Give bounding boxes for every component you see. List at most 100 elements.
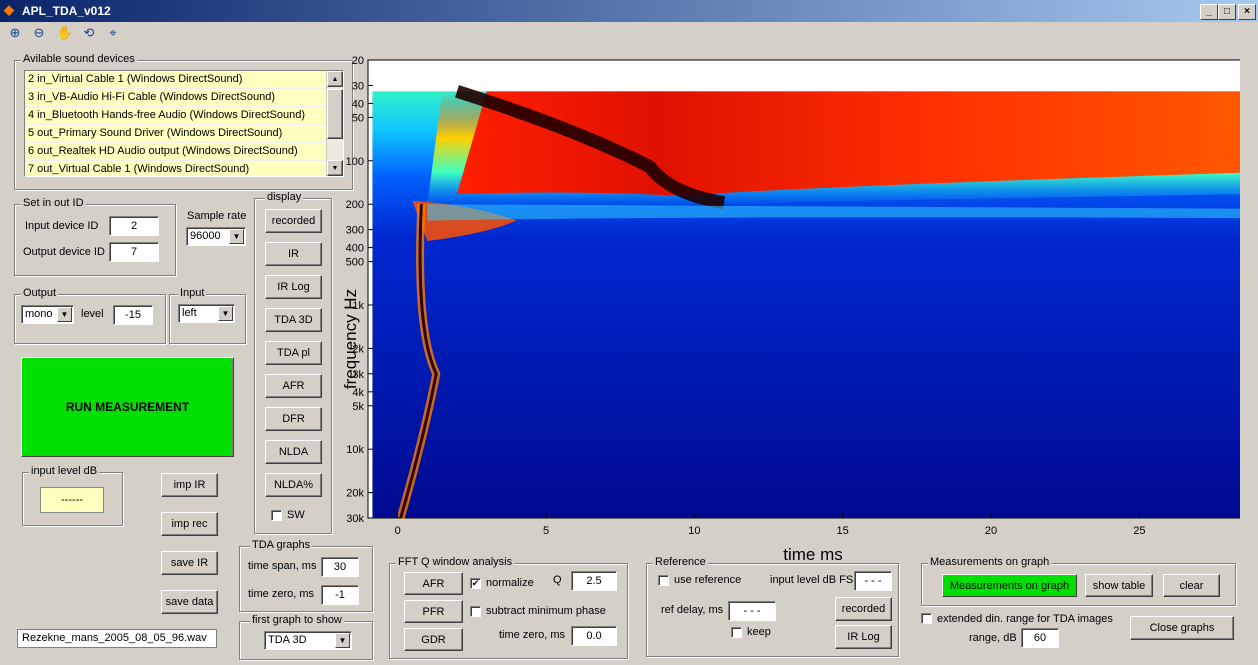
level-field[interactable]: -15 (113, 305, 153, 325)
rotate-icon[interactable]: ⟲ (80, 24, 98, 42)
meas-graph-title: Measurements on graph (928, 556, 1052, 568)
range-db-label: range, dB (969, 632, 1017, 644)
imp-rec-button[interactable]: imp rec (161, 512, 218, 536)
time-zero-field[interactable]: -1 (321, 585, 359, 605)
display-nlda-button[interactable]: NLDA (265, 440, 322, 464)
x-tick-label: 0 (395, 525, 401, 537)
tda-spectrogram[interactable]: 0 5 10 15 20 25203040501002003004005001k2k3k4… (340, 52, 1258, 564)
display-tda-3d-button[interactable]: TDA 3D (265, 308, 322, 332)
input-level-title: input level dB (29, 465, 100, 477)
y-axis-label: frequency Hz (341, 289, 360, 389)
q-field[interactable]: 2.5 (571, 571, 617, 591)
chevron-down-icon[interactable]: ▼ (229, 229, 244, 244)
y-tick-label: 30k (346, 513, 364, 525)
range-db-field[interactable]: 60 (1021, 628, 1059, 648)
measurements-on-graph-button[interactable]: Measurements on graph (942, 574, 1077, 597)
input-channel-value: left (182, 307, 197, 319)
extended-range-label: extended din. range for TDA images (937, 613, 1113, 625)
fftq-time-zero-field[interactable]: 0.0 (571, 626, 617, 646)
fftq-gdr-button[interactable]: GDR (404, 628, 463, 651)
ref-delay-field[interactable]: - - - (728, 601, 776, 621)
input-level-panel: input level dB ------ (22, 465, 123, 526)
chevron-down-icon[interactable]: ▼ (57, 307, 72, 322)
zoom-in-icon[interactable]: ⊕ (6, 24, 24, 42)
sample-rate-value: 96000 (190, 230, 221, 242)
device-list-item[interactable]: 4 in_Bluetooth Hands-free Audio (Windows… (25, 107, 327, 125)
save-ir-button[interactable]: save IR (161, 551, 218, 575)
display-afr-button[interactable]: AFR (265, 374, 322, 398)
subtract-min-phase-checkbox[interactable] (470, 606, 481, 617)
fftq-time-zero-label: time zero, ms (499, 629, 566, 641)
minimize-button[interactable]: _ (1200, 4, 1218, 20)
tda-graphs-title: TDA graphs (250, 539, 313, 551)
display-ir-button[interactable]: IR (265, 242, 322, 266)
display-ir-log-button[interactable]: IR Log (265, 275, 322, 299)
fftq-afr-button[interactable]: AFR (404, 572, 463, 595)
y-tick-label: 20k (346, 488, 364, 500)
ref-input-level-field[interactable]: - - - (854, 571, 892, 591)
normalize-label: normalize (486, 577, 534, 589)
q-label: Q (553, 574, 562, 586)
sample-rate-select[interactable]: 96000 ▼ (186, 227, 246, 246)
x-tick-label: 5 (543, 525, 549, 537)
devices-panel: Avilable sound devices 2 in_Virtual Cabl… (14, 53, 353, 190)
title-bar: ◆ APL_TDA_v012 _ □ × (0, 0, 1258, 22)
input-title: Input (178, 287, 207, 299)
display-dfr-button[interactable]: DFR (265, 407, 322, 431)
output-panel: Output mono ▼ level -15 (14, 287, 166, 344)
display-recorded-button[interactable]: recorded (265, 209, 322, 233)
display-panel: display recorded IR IR Log TDA 3D TDA pl AFR D… (254, 191, 332, 534)
device-list-item[interactable]: 2 in_Virtual Cable 1 (Windows DirectSoun… (25, 71, 327, 89)
output-mode-value: mono (25, 308, 53, 320)
device-list-item[interactable]: 5 out_Primary Sound Driver (Windows Dire… (25, 125, 327, 143)
meas-graph-panel: Measurements on graph Measurements on gr… (921, 556, 1236, 606)
device-list-item[interactable]: 3 in_VB-Audio Hi-Fi Cable (Windows Direc… (25, 89, 327, 107)
use-reference-checkbox[interactable] (658, 575, 669, 586)
chevron-down-icon[interactable]: ▼ (335, 633, 350, 648)
save-data-button[interactable]: save data (161, 590, 218, 614)
matlab-icon: ◆ (4, 2, 14, 17)
level-label: level (81, 308, 104, 320)
display-nlda--button[interactable]: NLDA% (265, 473, 322, 497)
clear-button[interactable]: clear (1163, 574, 1220, 597)
run-measurement-button[interactable]: RUN MEASUREMENT (21, 357, 234, 457)
ref-input-level-label: input level dB FS (770, 574, 854, 586)
sw-label: SW (287, 509, 305, 521)
normalize-checkbox[interactable]: ✔ (470, 578, 481, 589)
output-device-field[interactable]: 7 (109, 242, 159, 262)
imp-ir-button[interactable]: imp IR (161, 473, 218, 497)
keep-checkbox[interactable] (731, 627, 742, 638)
first-graph-select[interactable]: TDA 3D ▼ (264, 631, 352, 650)
zoom-out-icon[interactable]: ⊖ (30, 24, 48, 42)
show-table-button[interactable]: show table (1085, 574, 1153, 597)
close-graphs-button[interactable]: Close graphs (1130, 616, 1234, 640)
fftq-pfr-button[interactable]: PFR (404, 600, 463, 623)
first-graph-value: TDA 3D (268, 634, 307, 646)
input-device-label: Input device ID (25, 220, 99, 232)
pan-icon[interactable]: ✋ (56, 24, 74, 42)
output-mode-select[interactable]: mono ▼ (21, 305, 74, 324)
close-button[interactable]: × (1238, 4, 1256, 20)
y-tick-label: 300 (346, 225, 364, 237)
device-list-item[interactable]: 7 out_Virtual Cable 1 (Windows DirectSou… (25, 161, 327, 176)
first-graph-panel: first graph to show TDA 3D ▼ (239, 614, 373, 660)
device-list-item[interactable]: 6 out_Realtek HD Audio output (Windows D… (25, 143, 327, 161)
display-tda-pl-button[interactable]: TDA pl (265, 341, 322, 365)
filename-display: Rezekne_mans_2005_08_05_96.wav (17, 629, 217, 648)
y-tick-label: 30 (352, 80, 364, 92)
ref-irlog-button[interactable]: IR Log (835, 625, 892, 649)
chevron-down-icon[interactable]: ▼ (218, 306, 233, 321)
sw-checkbox[interactable] (271, 510, 282, 521)
maximize-button[interactable]: □ (1218, 4, 1236, 20)
output-title: Output (21, 287, 59, 299)
extended-range-checkbox[interactable] (921, 613, 932, 624)
devices-listbox[interactable]: 2 in_Virtual Cable 1 (Windows DirectSoun… (24, 70, 344, 177)
set-id-title: Set in out ID (21, 197, 86, 209)
datacursor-icon[interactable]: ⌖ (104, 24, 122, 42)
y-tick-label: 10k (346, 444, 364, 456)
input-channel-select[interactable]: left ▼ (178, 304, 235, 323)
devices-title: Avilable sound devices (21, 53, 137, 65)
ref-recorded-button[interactable]: recorded (835, 597, 892, 621)
ref-delay-label: ref delay, ms (661, 604, 724, 616)
input-device-field[interactable]: 2 (109, 216, 159, 236)
